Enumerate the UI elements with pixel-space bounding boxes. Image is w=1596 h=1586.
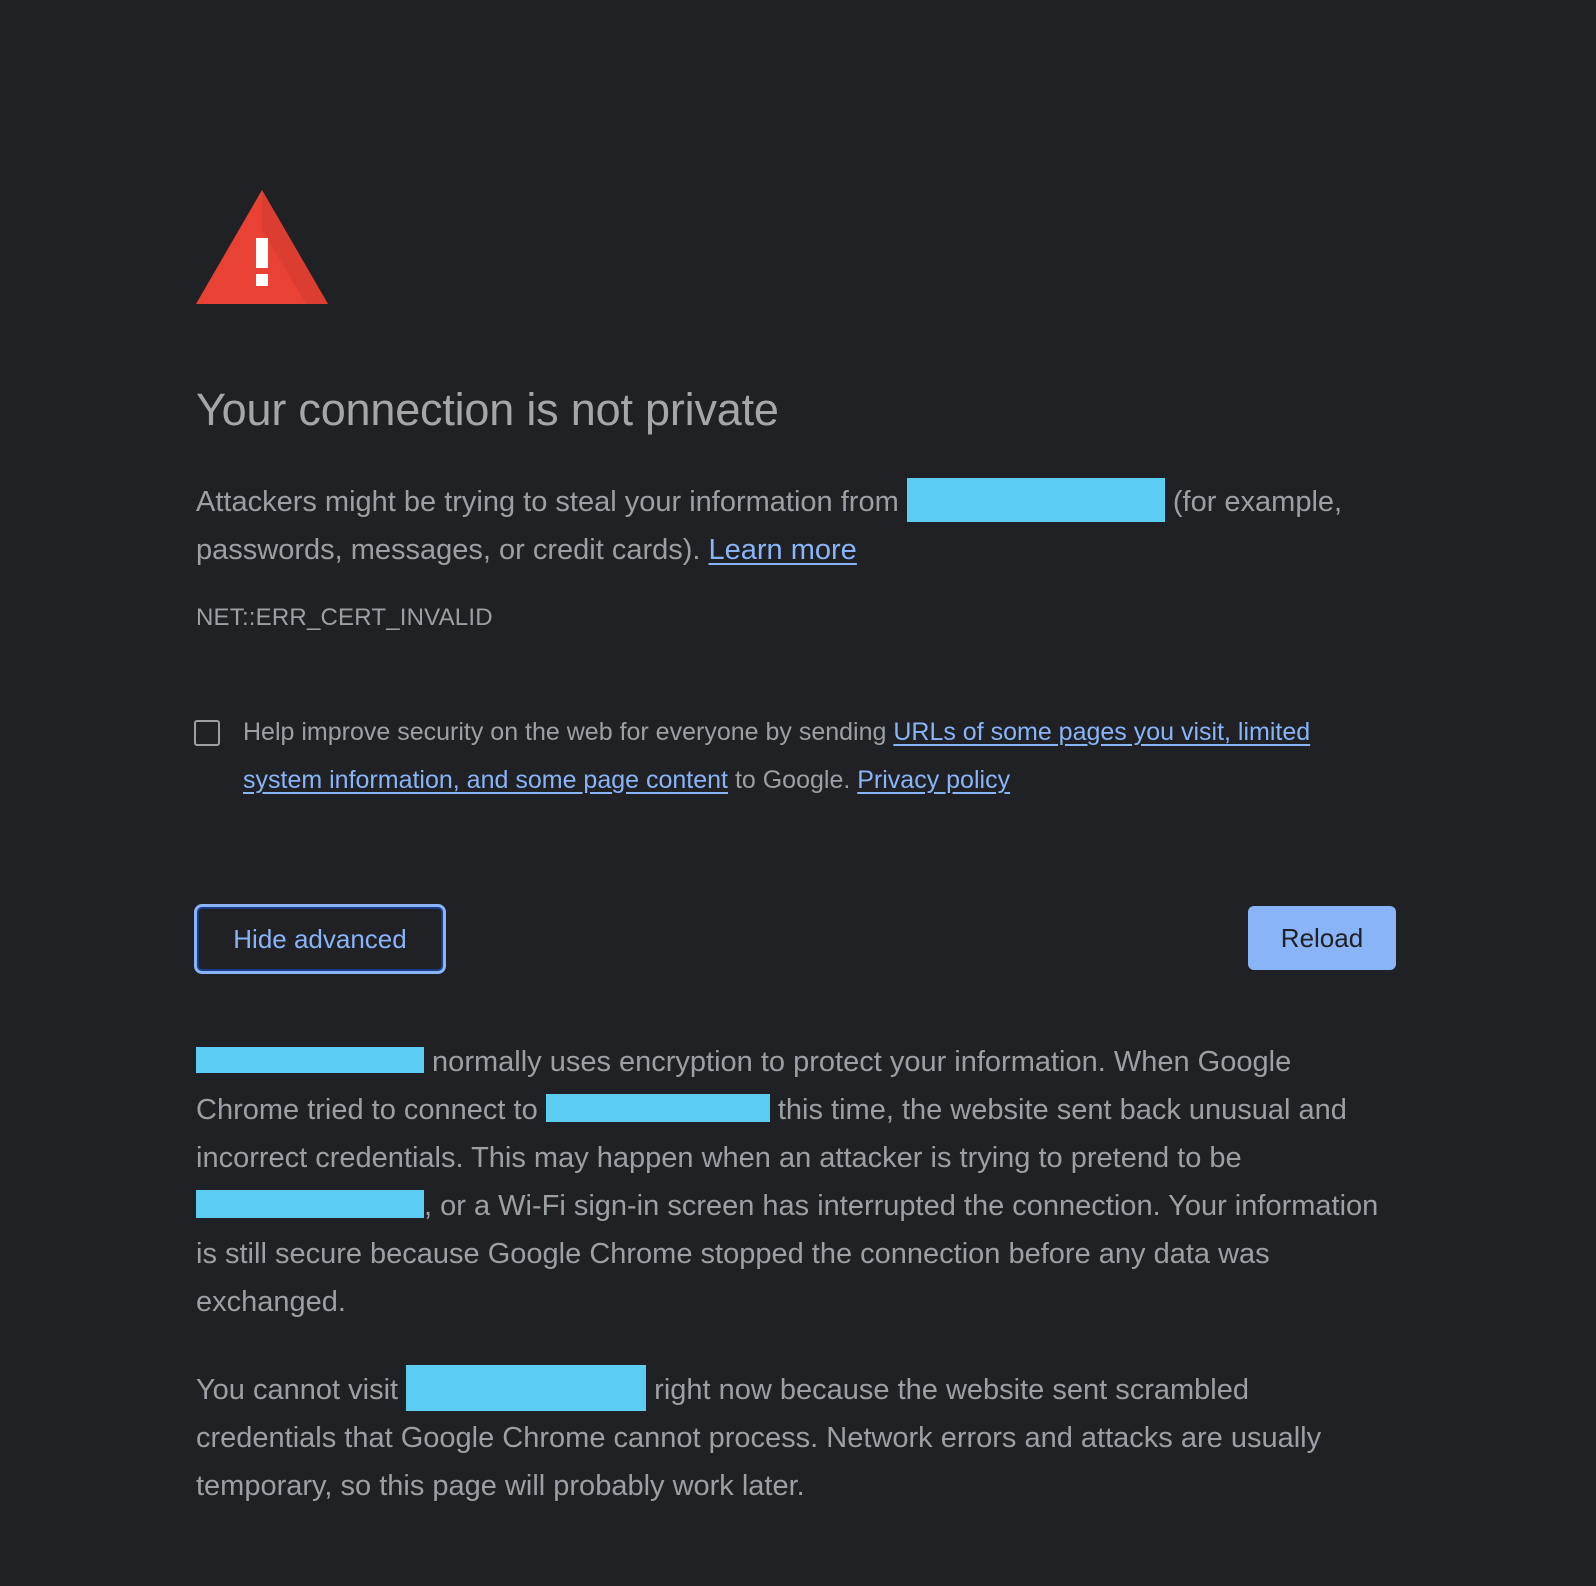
optin-checkbox[interactable] bbox=[194, 720, 220, 746]
page-title: Your connection is not private bbox=[196, 384, 779, 435]
attack-explanation: Attackers might be trying to steal your … bbox=[196, 478, 1396, 574]
hide-advanced-button[interactable]: Hide advanced bbox=[194, 904, 446, 974]
optin-text-middle: to Google. bbox=[728, 766, 858, 794]
warning-triangle-icon bbox=[196, 190, 328, 304]
cannot-visit-explanation: You cannot visit right now because the w… bbox=[196, 1365, 1396, 1510]
optin-text-before: Help improve security on the web for eve… bbox=[243, 718, 894, 746]
redacted-domain bbox=[196, 1190, 424, 1219]
redacted-domain bbox=[196, 1047, 424, 1074]
error-code: NET::ERR_CERT_INVALID bbox=[196, 604, 493, 631]
attack-text-before: Attackers might be trying to steal your … bbox=[196, 486, 907, 518]
redacted-domain bbox=[545, 1094, 770, 1123]
redacted-domain bbox=[906, 478, 1165, 523]
optin-label: Help improve security on the web for eve… bbox=[243, 708, 1363, 804]
privacy-policy-link[interactable]: Privacy policy bbox=[857, 766, 1010, 794]
cannot-text-before: You cannot visit bbox=[196, 1374, 407, 1406]
reload-button[interactable]: Reload bbox=[1248, 906, 1396, 970]
advanced-details: normally uses encryption to protect your… bbox=[196, 1038, 1396, 1326]
learn-more-link[interactable]: Learn more bbox=[709, 534, 857, 566]
redacted-domain bbox=[406, 1365, 647, 1412]
